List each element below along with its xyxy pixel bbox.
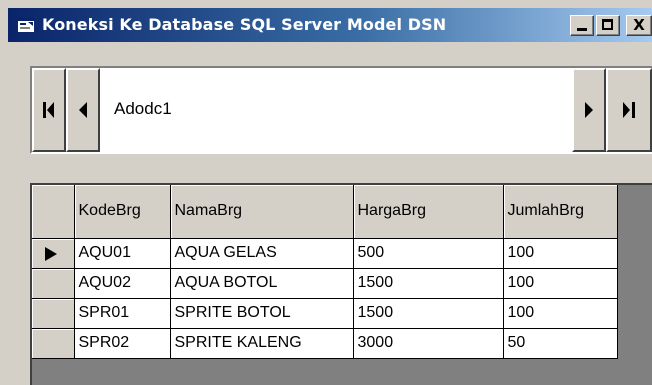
move-last-button[interactable]	[606, 68, 652, 152]
close-icon: X	[633, 16, 645, 34]
cell-kodebrg[interactable]: AQU02	[74, 268, 171, 299]
move-previous-icon	[79, 102, 87, 118]
row-selector[interactable]	[32, 298, 75, 329]
cell-jumlahbrg[interactable]: 50	[503, 328, 618, 359]
table-row[interactable]: SPR01 SPRITE BOTOL 1500 100	[32, 298, 618, 329]
table-row[interactable]: AQU02 AQUA BOTOL 1500 100	[32, 268, 618, 299]
column-header-jumlahbrg[interactable]: JumlahBrg	[503, 185, 618, 239]
header-row: KodeBrg NamaBrg HargaBrg JumlahBrg	[32, 185, 618, 239]
adodc-control: Adodc1	[30, 66, 652, 154]
cell-kodebrg[interactable]: SPR02	[74, 328, 171, 359]
adodc-caption: Adodc1	[114, 99, 172, 118]
current-row-pointer-icon	[45, 246, 57, 261]
move-next-button[interactable]	[572, 68, 606, 152]
window-title: Koneksi Ke Database SQL Server Model DSN	[42, 15, 447, 34]
column-header-hargabrg[interactable]: HargaBrg	[353, 185, 504, 239]
table-row[interactable]: AQU01 AQUA GELAS 500 100	[32, 238, 618, 269]
cell-namabrg[interactable]: AQUA BOTOL	[170, 268, 354, 299]
move-next-icon	[585, 102, 593, 118]
maximize-button[interactable]	[596, 15, 620, 36]
maximize-icon	[602, 19, 613, 30]
cell-hargabrg[interactable]: 1500	[353, 298, 504, 329]
cell-namabrg[interactable]: AQUA GELAS	[170, 238, 354, 269]
cell-jumlahbrg[interactable]: 100	[503, 238, 618, 269]
grid-table: KodeBrg NamaBrg HargaBrg JumlahBrg AQU01…	[32, 185, 618, 359]
row-selector[interactable]	[32, 328, 75, 359]
cell-jumlahbrg[interactable]: 100	[503, 298, 618, 329]
cell-kodebrg[interactable]: SPR01	[74, 298, 171, 329]
move-previous-button[interactable]	[66, 68, 100, 152]
close-button[interactable]: X	[626, 15, 652, 36]
cell-namabrg[interactable]: SPRITE BOTOL	[170, 298, 354, 329]
cell-hargabrg[interactable]: 500	[353, 238, 504, 269]
table-row[interactable]: SPR02 SPRITE KALENG 3000 50	[32, 328, 618, 359]
column-header-kodebrg[interactable]: KodeBrg	[74, 185, 171, 239]
move-first-icon	[43, 102, 54, 118]
data-grid[interactable]: KodeBrg NamaBrg HargaBrg JumlahBrg AQU01…	[30, 183, 652, 385]
column-header-namabrg[interactable]: NamaBrg	[170, 185, 354, 239]
cell-jumlahbrg[interactable]: 100	[503, 268, 618, 299]
main-window: Koneksi Ke Database SQL Server Model DSN…	[0, 0, 652, 385]
grid-corner-cell[interactable]	[32, 185, 75, 239]
minimize-icon	[577, 28, 587, 31]
app-icon	[18, 18, 34, 32]
cell-hargabrg[interactable]: 1500	[353, 268, 504, 299]
move-last-icon	[623, 102, 635, 118]
minimize-button[interactable]	[570, 15, 594, 36]
row-selector[interactable]	[32, 268, 75, 299]
move-first-button[interactable]	[32, 68, 66, 152]
cell-hargabrg[interactable]: 3000	[353, 328, 504, 359]
title-bar[interactable]: Koneksi Ke Database SQL Server Model DSN…	[8, 8, 652, 42]
row-selector[interactable]	[32, 238, 75, 269]
cell-namabrg[interactable]: SPRITE KALENG	[170, 328, 354, 359]
cell-kodebrg[interactable]: AQU01	[74, 238, 171, 269]
